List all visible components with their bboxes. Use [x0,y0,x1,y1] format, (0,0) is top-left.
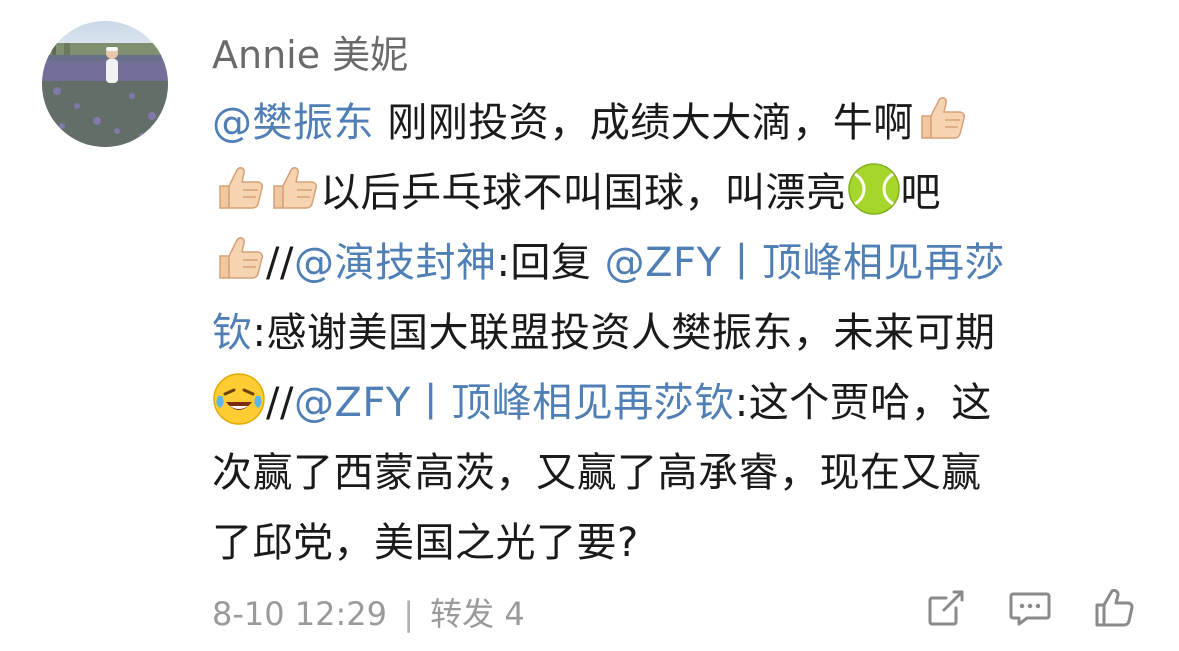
mention-link[interactable]: @演技封神 [294,240,497,286]
like-icon [1095,588,1134,627]
mention-link[interactable]: @ZFY丨顶峰相见再莎 [605,240,1005,286]
repost-count[interactable]: 转发 4 [430,595,525,633]
tennis-ball-icon [847,162,901,216]
comment-text-segment: // [266,380,294,426]
thumbs-up-icon [266,162,320,216]
username[interactable]: Annie 美妮 [212,24,408,79]
thumbs-up-icon [914,92,968,146]
mention-link[interactable]: 钦 [212,310,253,356]
share-button[interactable] [921,583,971,633]
comment-line: @樊振东 刚刚投资，成绩大大滴，牛啊 [212,88,1137,158]
laughing-crying-icon [212,372,266,426]
avatar[interactable] [42,21,168,147]
action-bar [921,583,1139,633]
comment-line: 钦:感谢美国大联盟投资人樊振东，未来可期 [212,298,1137,368]
comment-button[interactable] [1005,583,1055,633]
comment-text-segment: 吧 [900,170,941,216]
thumbs-up-icon [212,162,266,216]
comment-text-segment: 以后乒乓球不叫国球，叫漂亮 [320,170,847,216]
like-button[interactable] [1089,583,1139,633]
comment-line: 次赢了西蒙高茨，又赢了高承睿，现在又赢 [212,438,1137,508]
comment-card: Annie 美妮 @樊振东 刚刚投资，成绩大大滴，牛啊 以后乒乓球不叫国球，叫漂… [0,0,1179,651]
comment-text-segment: 了邱党，美国之光了要? [212,520,639,566]
mention-link[interactable]: @ZFY丨顶峰相见再莎钦 [294,380,735,426]
thumbs-up-icon [212,232,266,286]
comment-icon [1009,592,1051,626]
comment-line: 以后乒乓球不叫国球，叫漂亮 吧 [212,158,1137,228]
comment-meta: 8-10 12:29 | 转发 4 [212,589,525,635]
comment-line: //@ZFY丨顶峰相见再莎钦:这个贾哈，这 [212,368,1137,438]
comment-text-segment: :这个贾哈，这 [734,380,992,426]
comment-line: 了邱党，美国之光了要? [212,508,1137,578]
comment-text-segment: // [266,240,294,286]
timestamp: 8-10 12:29 [212,595,388,633]
comment-text-segment: 次赢了西蒙高茨，又赢了高承睿，现在又赢 [212,450,982,496]
comment-text-segment: :感谢美国大联盟投资人樊振东，未来可期 [252,310,996,356]
mention-link[interactable]: @樊振东 [212,100,374,146]
comment-text-segment: 刚刚投资，成绩大大滴，牛啊 [374,100,914,146]
share-icon [928,590,964,626]
comment-text-segment: :回复 [496,240,605,286]
comment-text: @樊振东 刚刚投资，成绩大大滴，牛啊 以后乒乓球不叫国球，叫漂亮 吧 //@演技… [212,88,1137,578]
comment-line: //@演技封神:回复 @ZFY丨顶峰相见再莎 [212,228,1137,298]
meta-separator: | [403,595,414,633]
